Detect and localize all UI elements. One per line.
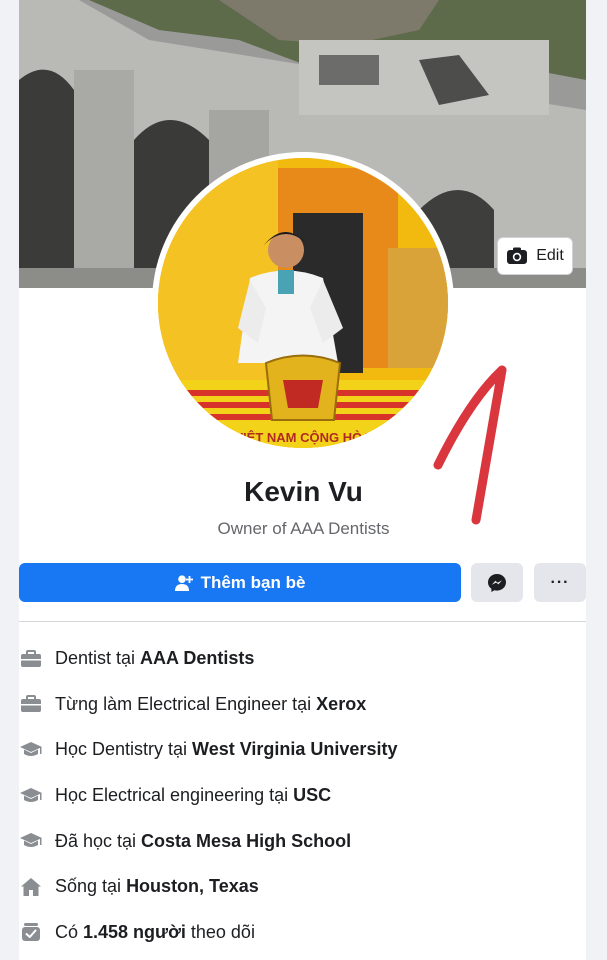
add-person-icon xyxy=(174,574,193,591)
profile-name: Kevin Vu xyxy=(244,476,363,507)
more-options-button[interactable]: ··· xyxy=(534,563,586,602)
intro-item-place[interactable]: Houston, Texas xyxy=(126,876,259,897)
intro-item-place[interactable]: Costa Mesa High School xyxy=(141,831,351,852)
edit-cover-button[interactable]: Edit xyxy=(497,237,573,275)
intro-item-education: Đã học tại Costa Mesa High School xyxy=(19,818,586,864)
add-friend-button[interactable]: Thêm bạn bè xyxy=(19,563,461,602)
intro-item-text: Từng làm Electrical Engineer tại xyxy=(55,693,317,714)
messenger-icon xyxy=(488,573,506,592)
camera-icon xyxy=(507,247,528,264)
intro-item-text: Đã học tại xyxy=(55,830,142,851)
intro-item-place[interactable]: West Virginia University xyxy=(192,739,397,760)
intro-item-place[interactable]: USC xyxy=(293,785,331,806)
intro-item-past-work: Từng làm Electrical Engineer tại Xerox xyxy=(19,682,586,728)
graduation-cap-icon xyxy=(19,739,43,761)
intro-item-text: Có xyxy=(55,921,84,942)
intro-item-work: Dentist tại AAA Dentists xyxy=(19,636,586,682)
profile-avatar[interactable]: VIỆT NAM CỘNG HÒA xyxy=(158,158,448,448)
handwritten-annotation xyxy=(430,360,520,535)
messenger-button[interactable] xyxy=(471,563,523,602)
briefcase-icon xyxy=(19,693,43,715)
intro-item-text: Sống tại xyxy=(55,876,127,897)
intro-item-place[interactable]: AAA Dentists xyxy=(140,648,254,669)
section-divider xyxy=(19,621,586,622)
intro-item-lives-in: Sống tại Houston, Texas xyxy=(19,864,586,910)
graduation-cap-icon xyxy=(19,830,43,852)
more-options-icon: ··· xyxy=(550,573,570,591)
home-icon xyxy=(19,876,43,898)
profile-bio: Owner of AAA Dentists xyxy=(217,519,390,538)
briefcase-icon xyxy=(19,648,43,670)
add-friend-label: Thêm bạn bè xyxy=(200,572,306,592)
intro-item-suffix: theo dõi xyxy=(185,921,255,942)
intro-item-education: Học Dentistry tại West Virginia Universi… xyxy=(19,727,586,773)
edit-cover-label: Edit xyxy=(536,247,564,264)
followers-icon xyxy=(19,921,43,943)
intro-item-education: Học Electrical engineering tại USC xyxy=(19,773,586,819)
avatar-image: VIỆT NAM CỘNG HÒA xyxy=(158,158,448,448)
graduation-cap-icon xyxy=(19,785,43,807)
intro-item-text: Học Dentistry tại xyxy=(55,739,193,760)
intro-list: Dentist tại AAA Dentists Từng làm Electr… xyxy=(19,636,586,955)
intro-item-followers: Có 1.458 người theo dõi xyxy=(19,910,586,956)
intro-item-place[interactable]: Xerox xyxy=(316,694,366,715)
intro-item-text: Học Electrical engineering tại xyxy=(55,785,294,806)
intro-item-text: Dentist tại xyxy=(55,648,141,669)
follower-count[interactable]: 1.458 người xyxy=(83,922,186,943)
